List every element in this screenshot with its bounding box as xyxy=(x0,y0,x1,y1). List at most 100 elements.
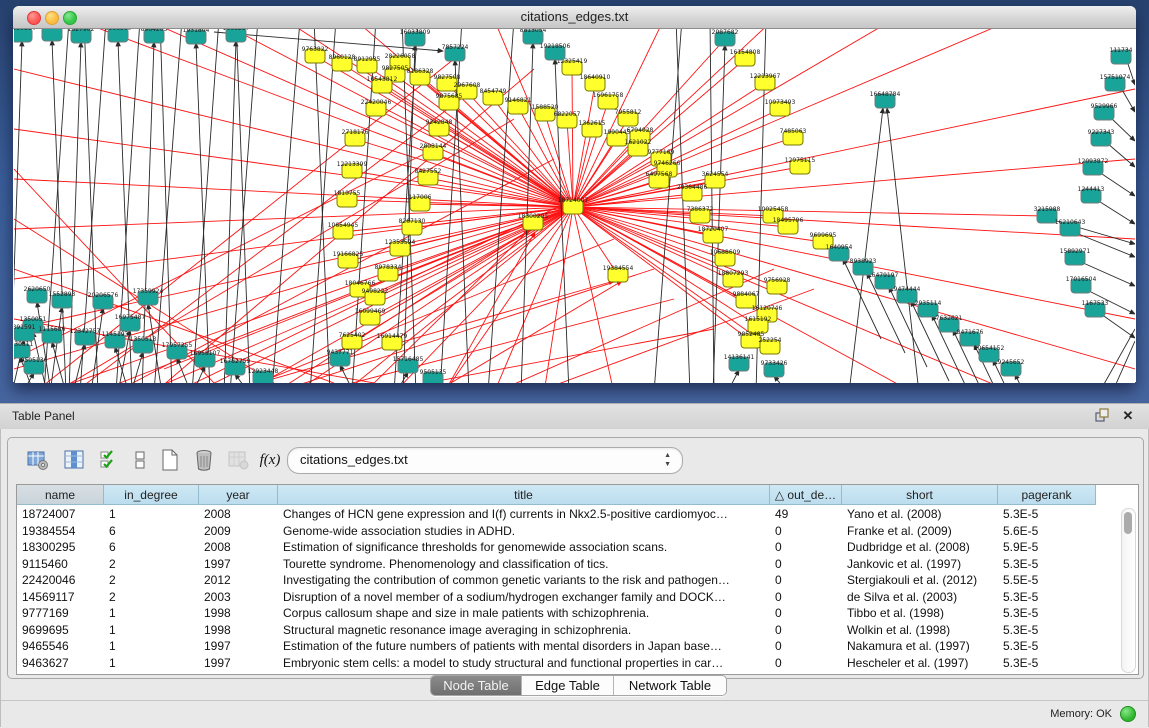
table-row[interactable]: 2242004622012Investigating the contribut… xyxy=(17,572,1138,589)
column-header-out_de[interactable]: △ out_de… xyxy=(770,485,842,505)
table-selector-combobox[interactable]: citations_edges.txt ▲▼ xyxy=(287,447,683,474)
graph-node-label: 3624554 xyxy=(702,171,729,178)
graph-node-label: 8471676 xyxy=(957,329,984,336)
column-header-name[interactable]: name xyxy=(17,485,104,505)
table-vertical-scrollbar[interactable] xyxy=(1121,508,1136,673)
black-edge xyxy=(192,29,219,383)
graph-node-label: 3215988 xyxy=(1034,206,1061,213)
column-header-year[interactable]: year xyxy=(199,485,278,505)
black-edge xyxy=(1127,61,1135,85)
table-cell: 5.6E-5 xyxy=(998,523,1096,540)
float-panel-icon[interactable] xyxy=(1093,408,1111,424)
table-cell: 0 xyxy=(770,605,842,622)
graph-node-label: 1244413 xyxy=(1078,186,1105,193)
tab-node-table[interactable]: Node Table xyxy=(431,676,522,695)
column-header-pagerank[interactable]: pagerank xyxy=(998,485,1096,505)
graph-node-label: 1115686 xyxy=(39,326,66,333)
table-cell: 2008 xyxy=(199,539,278,556)
table-cell: 18300295 xyxy=(17,539,104,556)
graph-node-label: 16782759 xyxy=(220,358,251,365)
table-cell: 1 xyxy=(104,622,199,639)
network-canvas[interactable]: 1872400797638228960128891293528226058982… xyxy=(14,29,1135,383)
table-row[interactable]: 911546021997Tourette syndrome. Phenomeno… xyxy=(17,556,1138,573)
black-edge xyxy=(1112,341,1135,383)
table-cell: 0 xyxy=(770,622,842,639)
table-cell: 5.3E-5 xyxy=(998,506,1096,523)
table-row[interactable]: 969969511998Structural magnetic resonanc… xyxy=(17,622,1138,639)
graph-node-label: 9474444 xyxy=(894,286,921,293)
table-cell: Embryonic stem cells: a model to study s… xyxy=(278,655,770,672)
table-cell: 5.3E-5 xyxy=(998,556,1096,573)
table-row[interactable]: 1830029562008Estimation of significance … xyxy=(17,539,1138,556)
table-cell: Dudbridge et al. (2008) xyxy=(842,539,998,556)
graph-node-label: 1621022 xyxy=(625,139,652,146)
table-row[interactable]: 1938455462009Genome-wide association stu… xyxy=(17,523,1138,540)
black-edge xyxy=(1097,200,1135,224)
graph-node-label: 10025458 xyxy=(758,206,789,213)
graph-node-label: 117006 xyxy=(409,194,432,201)
table-body[interactable]: 1872400712008Changes of HCN gene express… xyxy=(17,506,1138,671)
table-row[interactable]: 946362711997Embryonic stem cells: a mode… xyxy=(17,655,1138,672)
graph-node-label: 8813054 xyxy=(520,29,547,34)
table-cell: Corpus callosum shape and size in male p… xyxy=(278,605,770,622)
new-document-button[interactable] xyxy=(156,446,184,474)
table-tabbar: Node Table Edge Table Network Table xyxy=(430,675,727,696)
graph-node-label: 12213967 xyxy=(750,73,781,80)
tab-edge-table[interactable]: Edge Table xyxy=(522,676,614,695)
table-cell: Genome-wide association studies in ADHD. xyxy=(278,523,770,540)
black-edge xyxy=(177,358,191,383)
red-edge xyxy=(572,68,573,207)
graph-node-label: 111734 xyxy=(1110,47,1133,54)
black-edge xyxy=(196,43,210,383)
graph-node-label: 12093872 xyxy=(1078,158,1109,165)
table-column-button[interactable] xyxy=(60,446,88,474)
close-panel-icon[interactable]: ✕ xyxy=(1119,408,1137,424)
table-cell: Hescheler et al. (1997) xyxy=(842,655,998,672)
graph-node-label: 16961758 xyxy=(593,92,624,99)
table-cell: Nakamura et al. (1997) xyxy=(842,638,998,655)
table-row[interactable]: 977716911998Corpus callosum shape and si… xyxy=(17,605,1138,622)
table-cell: 19384554 xyxy=(17,523,104,540)
graph-node-label: 1167533 xyxy=(1082,300,1109,307)
table-header-row[interactable]: namein_degreeyeartitle△ out_de…shortpage… xyxy=(17,485,1138,506)
table-settings-button[interactable] xyxy=(24,446,52,474)
scrollbar-thumb[interactable] xyxy=(1124,512,1132,534)
graph-node-label: 20206576 xyxy=(88,292,119,299)
node-table[interactable]: namein_degreeyeartitle△ out_de…shortpage… xyxy=(16,484,1139,675)
combobox-value: citations_edges.txt xyxy=(300,452,408,467)
table-cell: 2012 xyxy=(199,572,278,589)
window-titlebar[interactable]: citations_edges.txt xyxy=(13,6,1136,29)
graph-node-label: 10654945 xyxy=(328,222,359,229)
graph-node-label: 1931804 xyxy=(183,29,210,34)
table-cell: 5.3E-5 xyxy=(998,638,1096,655)
table-row[interactable]: 946554611997Estimation of the future num… xyxy=(17,638,1138,655)
table-cell: 0 xyxy=(770,589,842,606)
table-panel-titlebar[interactable]: Table Panel ✕ xyxy=(0,403,1149,430)
function-builder-button[interactable]: f(x) xyxy=(256,446,284,474)
table-cell: 2 xyxy=(104,556,199,573)
table-cell: 9777169 xyxy=(17,605,104,622)
column-header-short[interactable]: short xyxy=(842,485,998,505)
graph-node-label: 6479197 xyxy=(872,272,899,279)
table-cell: 0 xyxy=(770,572,842,589)
graph-node-label: 18724007 xyxy=(558,197,589,204)
tab-network-table[interactable]: Network Table xyxy=(614,676,726,695)
table-cell: 6 xyxy=(104,523,199,540)
table-row[interactable]: 1872400712008Changes of HCN gene express… xyxy=(17,506,1138,523)
graph-node-label: 6822057 xyxy=(554,111,581,118)
graph-node-label: 1930811 xyxy=(14,341,34,348)
table-cell: 6 xyxy=(104,539,199,556)
select-columns-button[interactable] xyxy=(96,446,124,474)
table-cell: 1997 xyxy=(199,655,278,672)
table-cell: Jankovic et al. (1997) xyxy=(842,556,998,573)
delete-table-button[interactable] xyxy=(190,446,218,474)
table-row[interactable]: 1456911722003Disruption of a novel membe… xyxy=(17,589,1138,606)
graph-node-label: 8978334 xyxy=(375,264,402,271)
graph-node-label: 9498222 xyxy=(362,288,389,295)
column-header-title[interactable]: title xyxy=(278,485,770,505)
graph-node-label: 7386372 xyxy=(687,206,714,213)
graph-node-label: 10973493 xyxy=(765,99,796,106)
network-view-window[interactable]: citations_edges.txt 18724007976382289601… xyxy=(13,6,1136,382)
column-header-in_degree[interactable]: in_degree xyxy=(104,485,199,505)
rows-button[interactable] xyxy=(126,446,154,474)
